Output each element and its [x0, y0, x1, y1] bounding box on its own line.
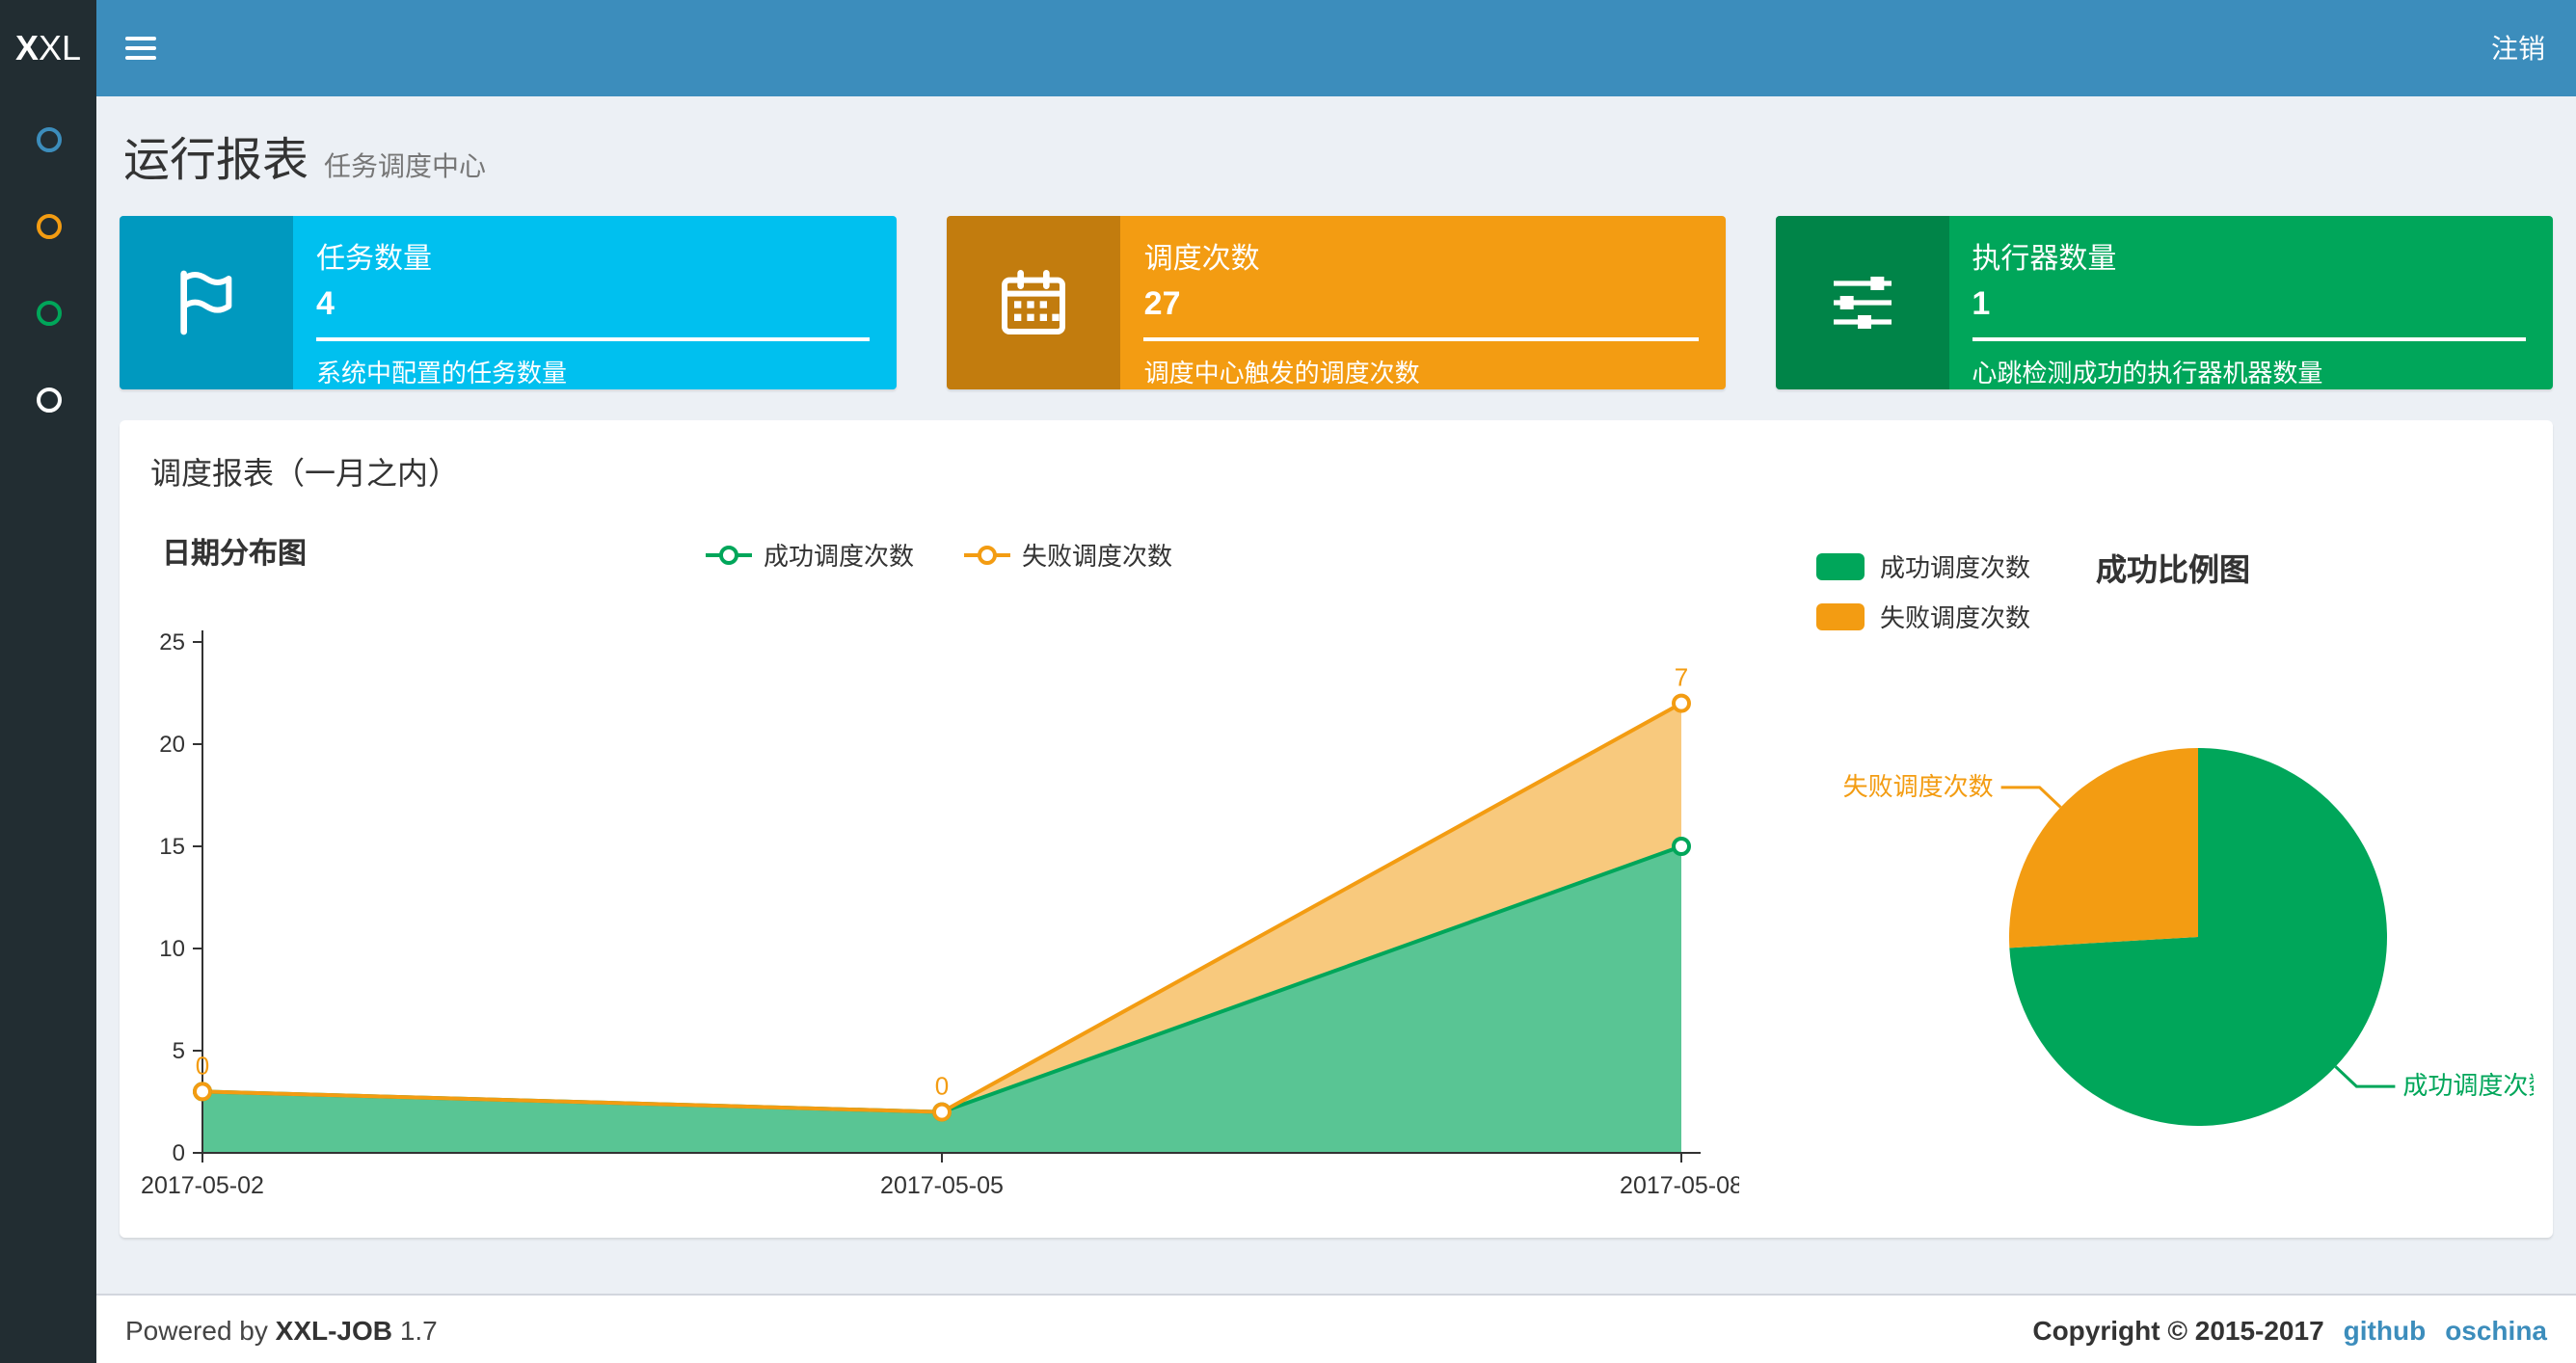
legend-item-fail[interactable]: 失败调度次数	[964, 536, 1172, 573]
oschina-link[interactable]: oschina	[2445, 1314, 2547, 1345]
svg-text:0: 0	[935, 1072, 949, 1101]
svg-text:0: 0	[173, 1140, 185, 1166]
content-area: 运行报表 任务调度中心 任务数量 4 系统中配置的任务数量 调度次数 27 调度…	[96, 96, 2576, 1294]
svg-text:25: 25	[159, 629, 185, 655]
divider	[1143, 337, 1699, 341]
circle-icon	[36, 127, 61, 152]
svg-text:2017-05-02: 2017-05-02	[141, 1172, 264, 1199]
sidebar-item-job-manage[interactable]	[0, 183, 96, 270]
svg-text:2017-05-08: 2017-05-08	[1620, 1172, 1739, 1199]
date-distribution-chart: 日期分布图 成功调度次数 失败调度次数 0 5 10 15 20 25 2017-05-02…	[139, 509, 1739, 1226]
calendar-icon	[947, 216, 1121, 389]
info-box-number: 4	[316, 285, 335, 322]
info-box-triggers: 调度次数 27 调度中心触发的调度次数	[947, 216, 1726, 389]
legend-item-fail[interactable]: 失败调度次数	[1816, 598, 2030, 634]
success-ratio-chart: 成功调度次数 失败调度次数 成功比例图 成功调度次数失败调度次数	[1739, 509, 2534, 1226]
page-subtitle: 任务调度中心	[324, 150, 486, 181]
powered-by-text: Powered by XXL-JOB 1.7	[125, 1314, 438, 1345]
info-box-jobs: 任务数量 4 系统中配置的任务数量	[120, 216, 898, 389]
svg-text:0: 0	[196, 1051, 209, 1080]
app-version: 1.7	[399, 1314, 438, 1345]
info-box-description: 调度中心触发的调度次数	[1143, 359, 1420, 388]
info-box-description: 心跳检测成功的执行器机器数量	[1972, 359, 2323, 388]
circle-icon	[36, 388, 61, 413]
legend-label: 成功调度次数	[763, 542, 914, 571]
pie-chart-legend: 成功调度次数 失败调度次数	[1816, 548, 2030, 648]
legend-label: 失败调度次数	[1022, 542, 1173, 571]
pie-chart-title: 成功比例图	[2096, 555, 2251, 588]
date-distribution-plot: 05101520252017-05-02 2017-05-05 2017-05-08…	[141, 629, 1739, 1199]
svg-text:2017-05-05: 2017-05-05	[880, 1172, 1004, 1199]
legend-item-success[interactable]: 成功调度次数	[1816, 548, 2030, 584]
legend-swatch	[1816, 602, 1865, 629]
legend-item-success[interactable]: 成功调度次数	[705, 536, 914, 573]
svg-text:失败调度次数: 失败调度次数	[1843, 772, 1994, 801]
sidebar-toggle-button[interactable]	[96, 0, 183, 96]
svg-text:5: 5	[173, 1038, 185, 1064]
sidebar-item-executor-manage[interactable]	[0, 357, 96, 443]
svg-text:15: 15	[159, 834, 185, 860]
line-chart-legend: 成功调度次数 失败调度次数	[705, 536, 1172, 573]
info-box-title: 任务数量	[316, 243, 433, 276]
sidebar-item-job-log[interactable]	[0, 270, 96, 357]
info-box-executors: 执行器数量 1 心跳检测成功的执行器机器数量	[1775, 216, 2553, 389]
legend-label: 成功调度次数	[1880, 553, 2031, 582]
divider	[1972, 337, 2526, 341]
svg-text:成功调度次数: 成功调度次数	[2402, 1071, 2534, 1100]
legend-label: 失败调度次数	[1880, 603, 2031, 632]
legend-line-marker	[705, 545, 752, 564]
info-box-number: 27	[1143, 285, 1181, 322]
info-boxes-row: 任务数量 4 系统中配置的任务数量 调度次数 27 调度中心触发的调度次数 执行…	[96, 212, 2576, 389]
circle-icon	[36, 214, 61, 239]
svg-text:7: 7	[1675, 663, 1688, 692]
info-box-title: 执行器数量	[1972, 243, 2117, 276]
svg-text:10: 10	[159, 936, 185, 962]
page-header: 运行报表 任务调度中心	[96, 96, 2576, 212]
legend-swatch	[1816, 552, 1865, 579]
flag-icon	[120, 216, 293, 389]
app-window: XXL 注销 运行报表 任务调度中心 任务数量 4 系统中配置的任务数量 调度次…	[0, 0, 2576, 1363]
app-name: XXL-JOB	[275, 1314, 393, 1345]
sidebar	[0, 96, 96, 1363]
copyright-text: Copyright © 2015-2017	[2032, 1314, 2324, 1345]
top-navbar: XXL 注销	[0, 0, 2576, 96]
line-chart-title: 日期分布图	[162, 538, 308, 571]
circle-icon	[36, 301, 61, 326]
info-box-number: 1	[1972, 285, 1991, 322]
schedule-report-panel: 调度报表（一月之内） 日期分布图 成功调度次数 失败调度次数 0 5 10 15…	[120, 420, 2553, 1238]
sliders-icon	[1775, 216, 1949, 389]
divider	[316, 337, 871, 341]
page-title: 运行报表	[123, 135, 309, 187]
panel-title: 调度报表（一月之内）	[150, 459, 460, 492]
sidebar-item-running-report[interactable]	[0, 96, 96, 183]
logo-rest-text: XL	[38, 29, 82, 67]
logo-bold-text: X	[14, 29, 39, 67]
legend-line-marker	[964, 545, 1010, 564]
github-link[interactable]: github	[2344, 1314, 2427, 1345]
info-box-description: 系统中配置的任务数量	[316, 359, 568, 388]
hamburger-icon	[124, 37, 155, 40]
app-logo[interactable]: XXL	[0, 0, 96, 96]
footer: Powered by XXL-JOB 1.7 Copyright © 2015-…	[96, 1294, 2576, 1363]
info-box-title: 调度次数	[1143, 243, 1260, 276]
svg-text:20: 20	[159, 732, 185, 758]
logout-link[interactable]: 注销	[2460, 0, 2576, 96]
